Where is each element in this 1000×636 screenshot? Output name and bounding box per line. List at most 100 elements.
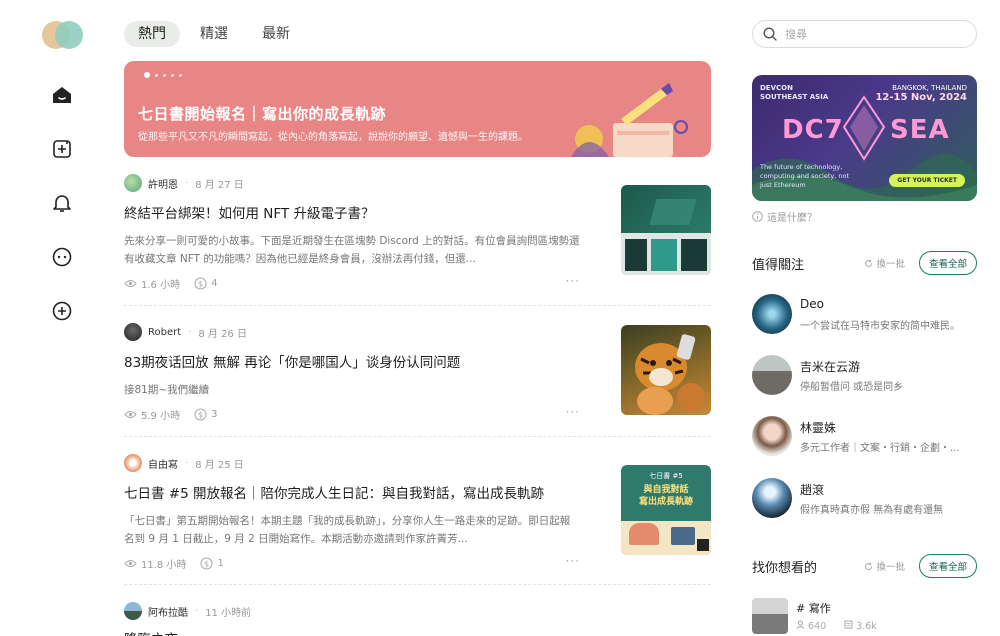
thumb-line-3: 寫出成長軌跡 [638, 497, 693, 507]
refresh-icon [865, 259, 873, 267]
refresh-icon [865, 562, 873, 570]
post-excerpt[interactable]: 「七日書」第五期開始報名！本期主題「我的成長軌跡」，分享你人生一路走來的足跡。即… [124, 512, 580, 548]
author-avatar[interactable] [124, 454, 142, 472]
user-name[interactable]: 吉米在云游 [800, 358, 860, 375]
user-name[interactable]: 趙滾 [800, 481, 824, 498]
user-bio: 多元工作者｜文案・行銷・企劃・... [800, 443, 960, 454]
post-card[interactable]: Robert · 8 月 26 日 83期夜话回放 無解 再论「你是哪国人」谈身… [124, 323, 711, 422]
author-avatar[interactable] [124, 323, 142, 341]
promo-banner[interactable]: 七日書開始報名｜寫出你的成長軌跡 從那些平凡又不凡的瞬間寫起，從內心的角落寫起，… [124, 61, 711, 157]
post-excerpt[interactable]: 先來分享一則可愛的小故事。下面是近期發生在區塊勢 Discord 上的對話。有位… [124, 232, 580, 268]
refresh-button[interactable]: 換一批 [864, 559, 905, 573]
refresh-button[interactable]: 換一批 [864, 256, 905, 270]
eye-icon [124, 560, 137, 567]
topic-stats: 640 3.6k [796, 620, 877, 632]
user-name[interactable]: Deo [800, 297, 824, 311]
ad-event-name: DEVCON [760, 84, 793, 92]
post-thumbnail[interactable] [621, 325, 711, 415]
tips-stat: $ 3 [194, 408, 217, 421]
read-time: 5.9 小時 [141, 411, 181, 422]
user-avatar[interactable] [752, 294, 792, 334]
tips-count: 4 [211, 278, 218, 289]
tips-count: 1 [217, 558, 224, 569]
discover-section-header: 找你想看的 換一批 查看全部 [752, 554, 977, 578]
suggested-user[interactable]: Deo 一个尝试在马特市安家的简中难民。 [752, 294, 977, 334]
followers-stat: 640 [796, 620, 826, 632]
ad-banner[interactable]: DEVCON SOUTHEAST ASIA BANGKOK, THAILAND 12… [752, 75, 977, 201]
author-avatar[interactable] [124, 602, 142, 620]
post-thumbnail[interactable]: 七日書 #5 與自我對話 寫出成長軌跡 [621, 465, 711, 555]
carousel-dot[interactable] [179, 73, 182, 77]
more-options-icon[interactable]: ··· [566, 405, 580, 419]
banner-title: 七日書開始報名｜寫出你的成長軌跡 [138, 105, 387, 123]
tab-latest[interactable]: 最新 [248, 21, 304, 47]
carousel-dot[interactable] [163, 73, 166, 77]
author-name[interactable]: 阿布拉酷 [148, 604, 188, 619]
author-avatar[interactable] [124, 174, 142, 192]
more-options-icon[interactable]: ··· [566, 554, 580, 568]
view-all-button[interactable]: 查看全部 [918, 554, 977, 578]
refresh-label: 換一批 [876, 562, 905, 573]
author-name[interactable]: Robert [148, 327, 181, 338]
author-name[interactable]: 自由寫 [148, 456, 178, 471]
ad-event-region: SOUTHEAST ASIA [760, 93, 829, 101]
post-stats: 1.6 小時 $ 4 ··· [124, 274, 580, 291]
logo[interactable] [42, 21, 84, 49]
create-post-icon[interactable] [50, 137, 74, 161]
banner-illustration [571, 83, 688, 157]
carousel-dot[interactable] [155, 73, 158, 77]
article-icon [844, 620, 853, 629]
post-title[interactable]: 降臨之夜 [124, 628, 604, 636]
view-all-button[interactable]: 查看全部 [918, 251, 977, 275]
ad-location-text: BANGKOK, THAILAND [892, 84, 967, 92]
home-icon[interactable] [50, 83, 74, 107]
svg-text:$: $ [198, 410, 203, 419]
user-avatar[interactable] [752, 416, 792, 456]
meta-separator: · [188, 326, 192, 338]
what-is-this-link[interactable]: 這是什麼？ [752, 209, 817, 224]
coin-icon: $ [194, 277, 207, 290]
ad-brand-right: SEA [890, 115, 950, 145]
search-input[interactable] [785, 27, 955, 41]
add-circle-icon[interactable] [50, 299, 74, 323]
suggested-user[interactable]: 林靈姝 多元工作者｜文案・行銷・企劃・... [752, 416, 977, 456]
post-title[interactable]: 83期夜话回放 無解 再论「你是哪国人」谈身份认同问题 [124, 351, 604, 371]
followers-count: 640 [808, 621, 827, 632]
post-thumbnail[interactable] [621, 185, 711, 275]
user-name[interactable]: 林靈姝 [800, 419, 836, 436]
articles-count: 3.6k [856, 621, 877, 632]
tab-featured[interactable]: 精選 [186, 21, 242, 47]
sidebar [0, 0, 125, 636]
post-card[interactable]: 自由寫 · 8 月 25 日 七日書 #5 開放報名｜陪你完成人生日記：與自我對… [124, 454, 711, 571]
read-time-stat: 5.9 小時 [124, 407, 180, 422]
ad-cta-button[interactable]: GET YOUR TICKET [889, 174, 965, 187]
more-options-icon[interactable]: ··· [566, 274, 580, 288]
carousel-dot[interactable] [144, 72, 150, 78]
author-name[interactable]: 許明恩 [148, 176, 178, 191]
user-avatar[interactable] [752, 478, 792, 518]
suggested-user[interactable]: 吉米在云游 停船暂借问 或恐是同乡 [752, 355, 977, 395]
topic-name[interactable]: # 寫作 [796, 600, 831, 616]
post-title[interactable]: 終結平台綁架！如何用 NFT 升級電子書？ [124, 202, 604, 222]
post-card[interactable]: 阿布拉酷 · 11 小時前 降臨之夜 [124, 602, 711, 636]
tab-hot[interactable]: 熱門 [124, 21, 180, 47]
post-card[interactable]: 許明恩 · 8 月 27 日 終結平台綁架！如何用 NFT 升級電子書？ 先來分… [124, 174, 711, 291]
carousel-dot[interactable] [171, 73, 174, 77]
coin-icon: $ [194, 408, 207, 421]
coin-icon: $ [200, 557, 213, 570]
refresh-label: 換一批 [876, 259, 905, 270]
search-box[interactable] [752, 20, 977, 48]
user-avatar[interactable] [752, 355, 792, 395]
banner-subtitle: 從那些平凡又不凡的瞬間寫起，從內心的角落寫起，說說你的願望、遺憾與一生的課題。 [138, 132, 528, 143]
topic-item[interactable]: # 寫作 640 3.6k [752, 598, 977, 636]
ad-event: DEVCON SOUTHEAST ASIA [760, 84, 828, 102]
post-excerpt[interactable]: 接81期~我們繼續 [124, 381, 580, 399]
profile-face-icon[interactable] [50, 245, 74, 269]
read-time-stat: 11.8 小時 [124, 556, 186, 571]
topic-cover[interactable] [752, 598, 788, 634]
meta-separator: · [195, 605, 199, 617]
bell-icon[interactable] [50, 191, 74, 215]
suggested-user[interactable]: 趙滾 假作真時真亦假 無為有處有還無 [752, 478, 977, 518]
post-title[interactable]: 七日書 #5 開放報名｜陪你完成人生日記：與自我對話，寫出成長軌跡 [124, 482, 604, 502]
post-date: 8 月 26 日 [198, 328, 247, 340]
